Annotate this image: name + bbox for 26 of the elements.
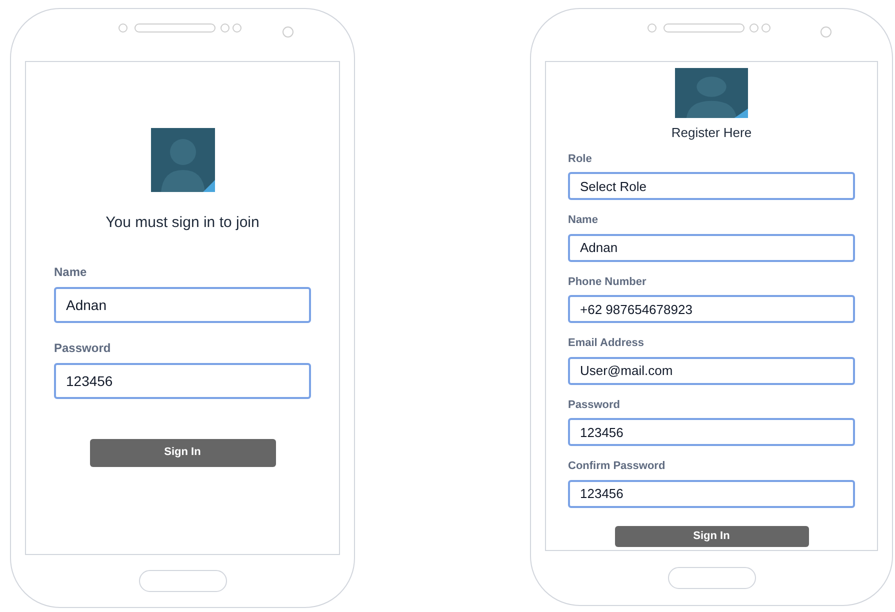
avatar-icon [150,128,214,192]
screen-title: You must sign in to join [106,213,260,233]
input-field[interactable]: Select Role [568,172,855,200]
input-field[interactable]: 123456 [568,480,855,508]
field-label: Password [568,398,620,412]
input-field[interactable]: +62 987654678923 [568,295,855,323]
sign-in-button[interactable]: Sign In [614,526,808,546]
field-label: Role [568,152,592,166]
field-label: Phone Number [568,274,646,290]
input-field[interactable]: 123456 [54,362,311,398]
avatar-icon [675,68,748,118]
field-label: Name [54,264,87,280]
input-field[interactable]: Adnan [568,234,855,262]
input-field[interactable]: User@mail.com [568,356,855,384]
field-label: Confirm Password [568,459,666,474]
home-button[interactable] [668,567,756,589]
input-field[interactable]: 123456 [568,418,855,446]
camera-icon [282,26,294,38]
sign-in-button[interactable]: Sign In [90,438,276,466]
field-label: Email Address [568,336,644,351]
field-label: Name [568,213,598,228]
camera-icon [820,26,832,38]
input-field[interactable]: Adnan [54,286,311,322]
screen-title: Register Here [671,124,752,142]
field-label: Password [54,340,111,356]
home-button[interactable] [138,570,226,592]
